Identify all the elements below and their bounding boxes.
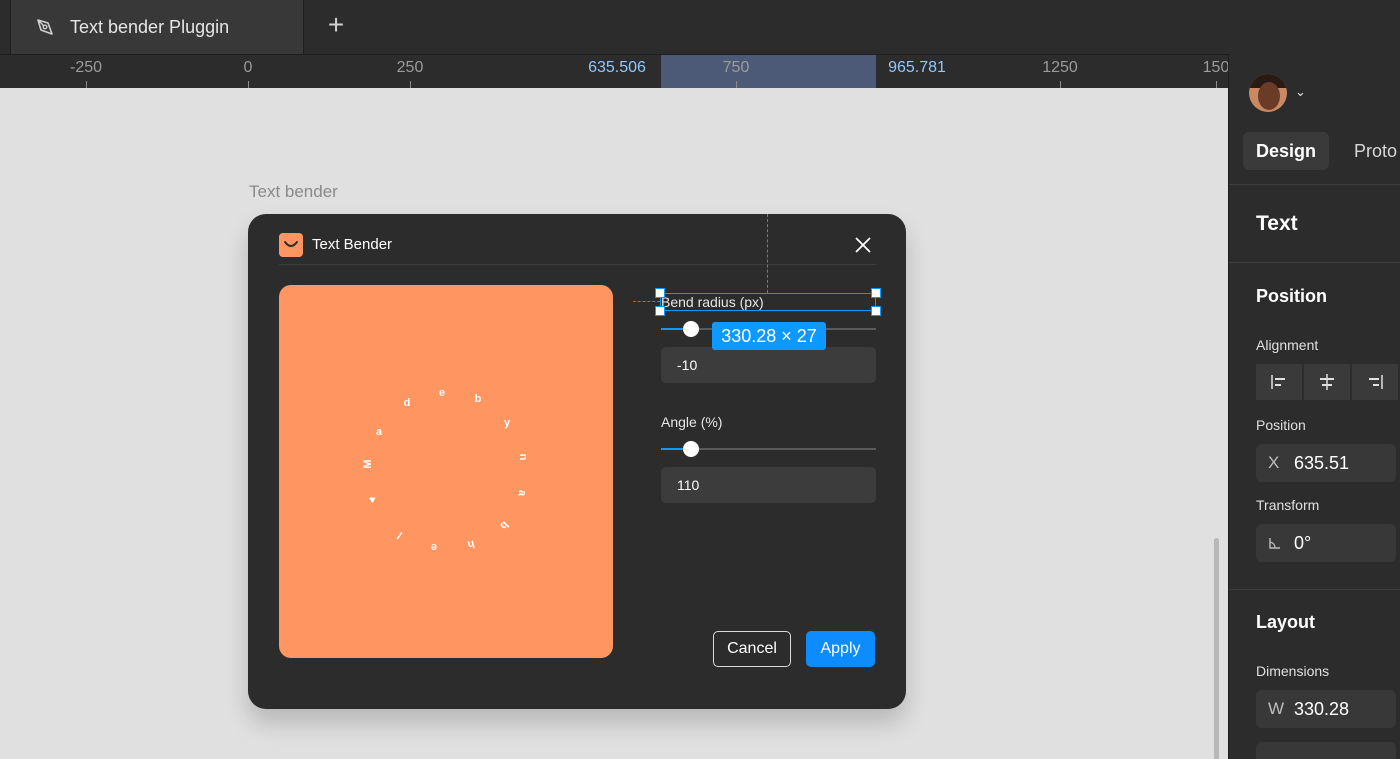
angle-input[interactable]: 110 (661, 467, 876, 503)
ruler-label: 250 (396, 59, 424, 76)
align-left-icon[interactable] (1256, 364, 1302, 400)
avatar[interactable] (1249, 74, 1287, 112)
panel-divider (1229, 262, 1400, 263)
angle-icon (1269, 538, 1280, 549)
resize-handle-bottom-left[interactable] (655, 306, 665, 316)
plus-icon[interactable]: + (322, 11, 350, 40)
ruler-tick (86, 81, 87, 88)
preview-char: e (429, 540, 439, 554)
preview-char: M (362, 459, 374, 469)
chevron-down-icon[interactable]: ⌄ (1295, 84, 1306, 100)
apply-button[interactable]: Apply (806, 631, 875, 667)
ruler-tick (736, 81, 737, 88)
tab-design[interactable]: Design (1243, 132, 1329, 170)
resize-handle-top-right[interactable] (871, 288, 881, 298)
properties-panel: ⌄ Design Proto Text Position Alignment P… (1228, 54, 1400, 759)
frame-label[interactable]: Text bender (249, 182, 338, 202)
close-icon[interactable] (852, 234, 874, 256)
layout-mode-buttons[interactable] (1256, 742, 1396, 759)
tab-prototype[interactable]: Proto (1354, 141, 1397, 162)
ruler-label: 150 (1202, 59, 1228, 76)
preview-char: y (503, 417, 511, 429)
preview-char: ♥ (366, 493, 380, 505)
ruler-selection-highlight (661, 55, 876, 88)
alignment-buttons (1256, 364, 1400, 400)
ruler-label: -250 (69, 59, 103, 76)
preview-char: h (466, 537, 476, 551)
ruler-label: 1250 (1042, 59, 1078, 76)
measurement-guide-horizontal (633, 301, 660, 302)
section-position-heading: Position (1256, 286, 1327, 306)
preview-char: l (395, 529, 405, 541)
smile-logo-icon (279, 233, 303, 257)
section-text-heading: Text (1256, 212, 1298, 235)
angle-slider[interactable] (661, 441, 876, 457)
ruler-label: 0 (243, 59, 253, 76)
preview-char: a (515, 488, 529, 498)
preview-char: b (497, 518, 511, 532)
ruler-tick (1216, 81, 1217, 88)
section-layout-heading: Layout (1256, 612, 1316, 632)
alignment-label: Alignment (1256, 337, 1319, 353)
pen-icon (37, 19, 53, 35)
transform-label: Transform (1256, 497, 1320, 513)
ruler-selection-end: 965.781 (888, 59, 946, 76)
measurement-guide-vertical (767, 214, 768, 293)
preview-char: d (403, 397, 411, 409)
align-right-icon[interactable] (1352, 364, 1398, 400)
preview-char: b (474, 393, 482, 405)
preview-char: n (517, 453, 529, 461)
tab-bar: Text bender Pluggin + (0, 0, 1400, 54)
preview-char: e (438, 387, 446, 399)
ruler-tick (1060, 81, 1061, 88)
panel-divider (1229, 184, 1400, 185)
canvas-scrollbar[interactable] (1214, 538, 1219, 759)
file-tab-title: Text bender Pluggin (70, 16, 230, 37)
position-x-prefix: X (1268, 453, 1280, 472)
dialog-title: Text Bender (312, 236, 393, 253)
resize-handle-bottom-right[interactable] (871, 306, 881, 316)
bend-radius-input[interactable]: -10 (661, 347, 876, 383)
position-label: Position (1256, 417, 1306, 433)
panel-divider (1229, 589, 1400, 590)
resize-handle-top-left[interactable] (655, 288, 665, 298)
ruler-tick (410, 81, 411, 88)
rotation-field[interactable]: 0° (1256, 524, 1396, 562)
width-value: 330.28 (1294, 699, 1350, 719)
position-x-value: 635.51 (1294, 453, 1350, 473)
angle-label: Angle (%) (661, 414, 723, 430)
horizontal-ruler: -250 0 250 635.506 750 965.781 1250 150 (0, 54, 1228, 88)
selection-box[interactable] (660, 293, 876, 311)
bend-radius-slider-thumb[interactable] (683, 321, 699, 337)
text-preview: M a d e b y n a b h e l ♥ (279, 285, 613, 658)
rotation-value: 0° (1294, 533, 1312, 553)
cancel-button[interactable]: Cancel (713, 631, 791, 667)
width-prefix: W (1268, 699, 1285, 718)
dialog-divider (279, 264, 876, 265)
dimensions-label: Dimensions (1256, 663, 1330, 679)
position-x-field[interactable]: X 635.51 (1256, 444, 1396, 482)
ruler-selection-start: 635.506 (588, 59, 646, 76)
plugin-dialog: Text Bender M a d e b y n a b h e l ♥ Be… (248, 214, 906, 709)
file-tab[interactable]: Text bender Pluggin (10, 0, 304, 54)
width-field[interactable]: W 330.28 (1256, 690, 1396, 728)
ruler-label: 750 (722, 59, 750, 76)
angle-slider-thumb[interactable] (683, 441, 699, 457)
ruler-tick (248, 81, 249, 88)
dimensions-badge: 330.28 × 27 (712, 322, 826, 350)
align-center-icon[interactable] (1304, 364, 1350, 400)
preview-char: a (375, 426, 383, 438)
